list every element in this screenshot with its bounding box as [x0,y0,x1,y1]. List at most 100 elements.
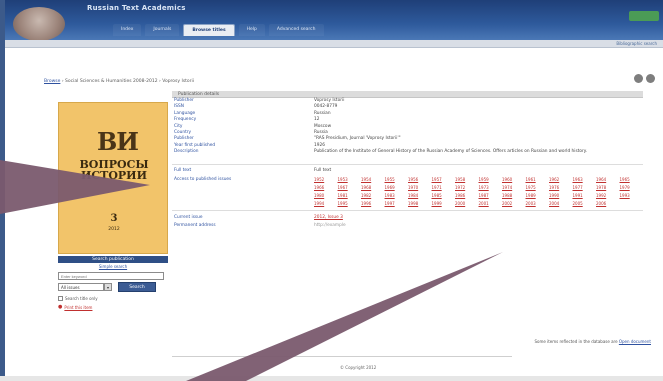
year-link[interactable]: 2003 [526,201,550,207]
year-link[interactable]: 1958 [455,177,479,183]
description-label: Description [174,149,199,155]
year-link[interactable]: 1968 [361,185,385,191]
year-link[interactable]: 1969 [385,185,409,191]
year-link[interactable]: 1994 [314,201,338,207]
cover-year: 2012 [108,227,120,232]
site-logo[interactable] [13,7,65,41]
year-link[interactable]: 2001 [479,201,503,207]
year-link[interactable]: 1956 [408,177,432,183]
divider [172,164,643,166]
year-link[interactable]: 1955 [385,177,409,183]
bottom-strip [0,376,663,381]
year-link[interactable]: 1992 [596,193,620,199]
years-grid: 1952 1953 1954 1955 1956 1957 1958 1959 1960 1961… [314,177,643,207]
year-link[interactable]: 2004 [549,201,573,207]
year-link[interactable]: 1978 [596,185,620,191]
tab-index[interactable]: Index [113,24,142,36]
print-option[interactable]: ● Print this item [58,304,92,310]
current-issue-row: Current issue 2012, Issue 3 [172,214,643,222]
year-link[interactable]: 1960 [502,177,526,183]
tab-journals[interactable]: Journals [145,24,180,36]
year-link[interactable]: 1957 [432,177,456,183]
year-link[interactable]: 1980 [314,193,338,199]
year-link[interactable]: 1959 [479,177,503,183]
year-link[interactable]: 1993 [620,193,644,199]
notice: Some items reflected in the database are… [534,339,651,344]
year-link[interactable]: 1974 [502,185,526,191]
years-label: Access to published issues [174,176,232,182]
year-link[interactable]: 1976 [549,185,573,191]
year-link[interactable]: 1985 [432,193,456,199]
year-link[interactable]: 2005 [573,201,597,207]
year-link[interactable]: 1981 [338,193,362,199]
year-link[interactable]: 1996 [361,201,385,207]
year-link[interactable]: 1989 [526,193,550,199]
year-link[interactable]: 1954 [361,177,385,183]
header-action-button[interactable] [629,11,659,21]
year-link[interactable]: 2002 [502,201,526,207]
chevron-down-icon[interactable]: ▾ [104,283,112,291]
divider [172,209,643,211]
copyright: © Copyright 2012 [340,365,377,370]
year-link[interactable]: 1967 [338,185,362,191]
year-link[interactable]: 1972 [455,185,479,191]
year-link[interactable]: 1964 [596,177,620,183]
search-input[interactable] [58,272,164,280]
search-button[interactable]: Search [118,282,156,292]
year-link[interactable]: 1966 [314,185,338,191]
email-icon[interactable] [646,74,655,83]
print-icon[interactable] [634,74,643,83]
year-link[interactable]: 1984 [408,193,432,199]
current-issue-link[interactable]: 2012, Issue 3 [314,214,643,222]
year-link[interactable]: 1970 [408,185,432,191]
year-link[interactable]: 1961 [526,177,550,183]
year-link[interactable]: 1971 [432,185,456,191]
year-link[interactable]: 1975 [526,185,550,191]
year-link[interactable]: 1988 [502,193,526,199]
journal-cover-image: ВИ ВОПРОСЫ ИСТОРИИ 3 2012 [58,102,168,254]
tab-advanced-search[interactable]: Advanced search [268,24,324,36]
year-link[interactable]: 1986 [455,193,479,199]
tab-browse-titles[interactable]: Browse titles [183,24,235,36]
year-link[interactable]: 1977 [573,185,597,191]
year-link[interactable]: 1997 [385,201,409,207]
year-link[interactable]: 1953 [338,177,362,183]
years-block: Access to published issues 1952 1953 1954 1… [172,177,643,207]
year-link[interactable]: 1952 [314,177,338,183]
bibliographic-search-link[interactable]: Bibliographic search [616,41,657,46]
year-link[interactable]: 1979 [620,185,644,191]
main-tabs: Index Journals Browse titles Help Advanc… [113,24,324,36]
year-link[interactable]: 1963 [573,177,597,183]
print-link[interactable]: Print this item [64,305,92,310]
year-link[interactable]: 1987 [479,193,503,199]
checkbox[interactable] [58,296,63,301]
year-link[interactable]: 1982 [361,193,385,199]
notice-text: Some items reflected in the database are [534,339,618,344]
breadcrumb-trail: › Social Sciences & Humanities 2008-2012… [61,79,195,84]
year-link[interactable]: 1999 [432,201,456,207]
permanent-address-label: Permanent address [174,222,216,228]
year-link[interactable]: 1995 [338,201,362,207]
tab-help[interactable]: Help [238,24,265,36]
search-title-option[interactable]: Search title only [58,296,98,301]
site-header: Russian Text Academics Index Journals Br… [5,0,663,41]
year-link[interactable]: 1962 [549,177,573,183]
issue-select[interactable]: All issues [58,283,104,291]
year-link[interactable]: 1991 [573,193,597,199]
search-panel-title: Search publication [58,256,168,263]
header-subbar: Bibliographic search [5,40,663,48]
year-link[interactable]: 1998 [408,201,432,207]
breadcrumb-root-link[interactable]: Browse [44,79,60,84]
cover-issue: 3 [110,213,118,224]
description-text: Publication of the Institute of General … [314,149,588,155]
notice-link[interactable]: Open document [619,339,651,344]
year-link[interactable]: 1965 [620,177,644,183]
year-link[interactable]: 1983 [385,193,409,199]
site-title: Russian Text Academics [87,4,186,12]
simple-search-link[interactable]: Simple search [58,264,168,270]
year-link[interactable]: 2006 [596,201,620,207]
year-link[interactable]: 2000 [455,201,479,207]
permanent-address-value[interactable]: http://example [314,222,643,230]
year-link[interactable]: 1990 [549,193,573,199]
year-link[interactable]: 1973 [479,185,503,191]
